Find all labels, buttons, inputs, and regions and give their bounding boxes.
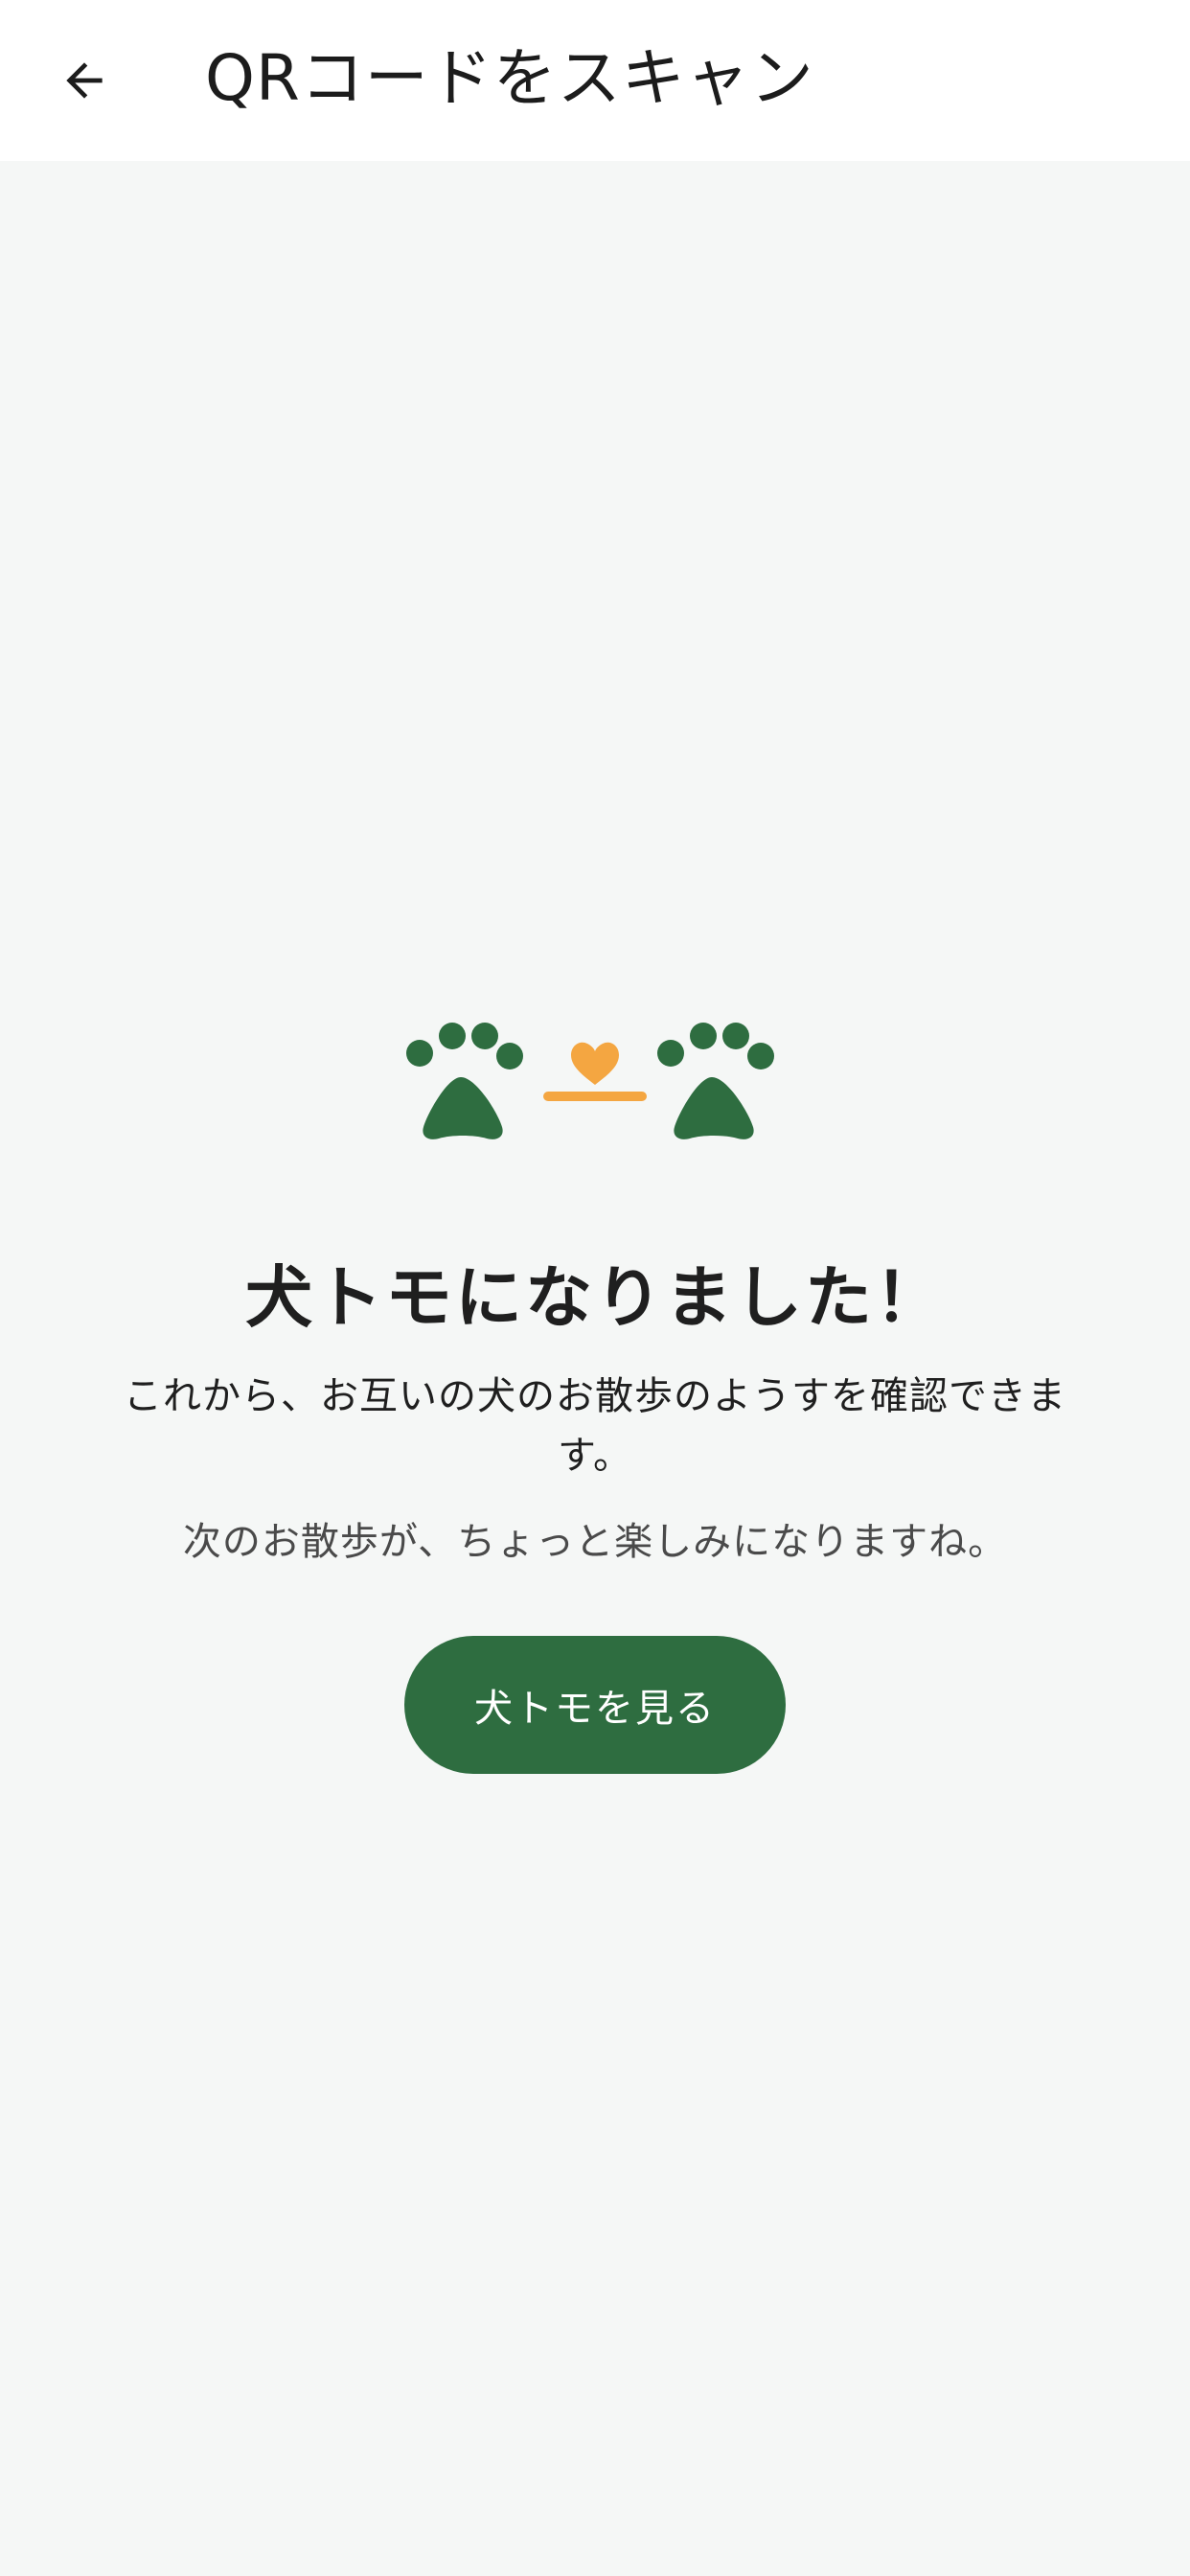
- view-dog-friends-button[interactable]: 犬トモを見る: [404, 1636, 786, 1774]
- app-bar: QRコードをスキャン: [0, 0, 1190, 161]
- page-title: QRコードをスキャン: [205, 41, 814, 115]
- success-description: これから、お互いの犬のお散歩のようすを確認できます。: [124, 1374, 1066, 1478]
- paw-icon: [657, 1023, 774, 1139]
- success-heading: 犬トモになりました！: [245, 1258, 945, 1337]
- success-subtext: 次のお散歩が、ちょっと楽しみになりますね。: [182, 1520, 1008, 1564]
- friendship-illustration: [406, 1023, 774, 1139]
- back-button[interactable]: [38, 34, 130, 126]
- main-content: 犬トモになりました！ これから、お互いの犬のお散歩のようすを確認できます。 次の…: [0, 161, 1190, 2576]
- paw-icon: [406, 1023, 523, 1139]
- connection-line: [543, 1092, 647, 1101]
- arrow-left-icon: [66, 62, 103, 99]
- heart-icon: [571, 1042, 619, 1085]
